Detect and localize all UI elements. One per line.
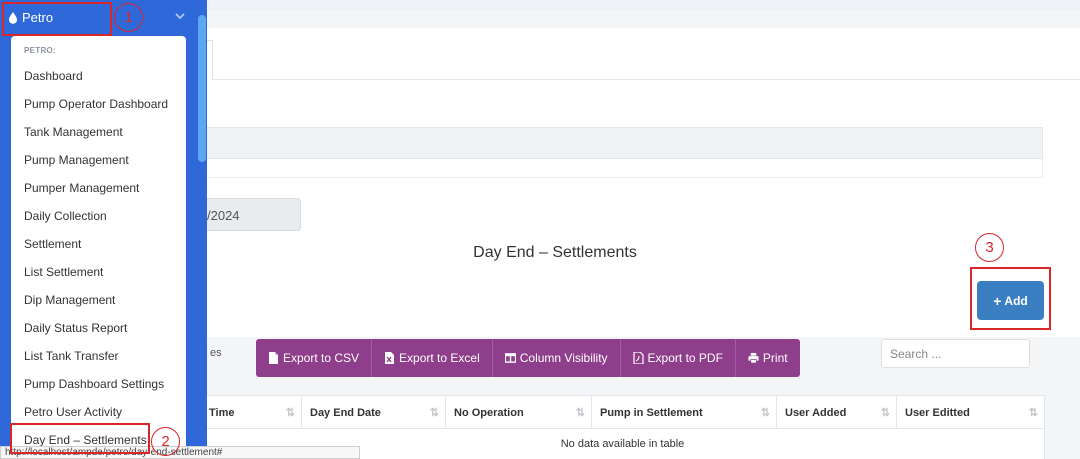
sort-icon: ⇅	[880, 407, 890, 419]
export-excel-label: Export to Excel	[399, 351, 480, 365]
sidebar-item-petro-user-activity[interactable]: Petro User Activity	[24, 405, 122, 419]
sidebar-item-list-tank-transfer[interactable]: List Tank Transfer	[24, 349, 119, 363]
column-header-pump-in-settlement[interactable]: Pump in Settlement ⇅	[592, 396, 777, 429]
annotation-box-1	[2, 2, 112, 36]
sort-icon: ⇅	[1028, 407, 1038, 419]
export-csv-button[interactable]: Export to CSV	[256, 339, 373, 377]
sidebar-item-dip-management[interactable]: Dip Management	[24, 293, 115, 307]
sidebar-item-pumper-management[interactable]: Pumper Management	[24, 181, 139, 195]
export-pdf-button[interactable]: Export to PDF	[620, 339, 736, 377]
column-header-label: Time	[209, 406, 235, 419]
column-header-label: Day End Date	[310, 406, 381, 419]
export-button-group: Export to CSV Export to Excel Column Vis…	[256, 339, 800, 377]
entries-label: es	[210, 347, 222, 359]
column-visibility-button[interactable]: Column Visibility	[492, 339, 621, 377]
sidebar-item-list-settlement[interactable]: List Settlement	[24, 265, 103, 279]
sidebar-item-dashboard[interactable]: Dashboard	[24, 69, 83, 83]
table-header-row: Time ⇅ Day End Date ⇅ No Operation ⇅ Pum…	[201, 396, 1044, 429]
date-field[interactable]: /2024	[200, 198, 301, 231]
column-header-label: User Editted	[905, 406, 970, 419]
column-visibility-label: Column Visibility	[519, 351, 608, 365]
annotation-number-1: 1	[114, 3, 143, 32]
page-title: Day End – Settlements	[473, 244, 637, 261]
sidebar-item-pump-dashboard-settings[interactable]: Pump Dashboard Settings	[24, 377, 164, 391]
sidebar-item-tank-management[interactable]: Tank Management	[24, 125, 123, 139]
excel-file-icon	[385, 352, 395, 364]
tab-bar	[200, 28, 1080, 80]
sort-icon: ⇅	[760, 407, 770, 419]
submenu-section-header: PETRO:	[24, 46, 57, 55]
column-header-day-end-date[interactable]: Day End Date ⇅	[302, 396, 446, 429]
sidebar-item-pump-operator-dashboard[interactable]: Pump Operator Dashboard	[24, 97, 168, 111]
sidebar-item-daily-status-report[interactable]: Daily Status Report	[24, 321, 127, 335]
sidebar-item-daily-collection[interactable]: Daily Collection	[24, 209, 107, 223]
columns-icon	[504, 353, 516, 363]
sort-icon: ⇅	[575, 407, 585, 419]
column-header-label: User Added	[785, 406, 847, 419]
export-pdf-label: Export to PDF	[647, 351, 723, 365]
top-strip	[200, 0, 1080, 10]
annotation-number-3: 3	[975, 233, 1004, 262]
column-header-time[interactable]: Time ⇅	[201, 396, 302, 429]
column-header-no-operation[interactable]: No Operation ⇅	[446, 396, 592, 429]
sort-icon: ⇅	[285, 407, 295, 419]
print-button[interactable]: Print	[735, 339, 800, 377]
sidebar-item-settlement[interactable]: Settlement	[24, 237, 81, 251]
petro-submenu: PETRO: Dashboard Pump Operator Dashboard…	[11, 36, 186, 459]
column-header-label: Pump in Settlement	[600, 406, 703, 419]
print-label: Print	[762, 351, 788, 365]
column-header-label: No Operation	[454, 406, 524, 419]
filter-bar	[200, 127, 1043, 159]
column-header-user-editted[interactable]: User Editted ⇅	[897, 396, 1044, 429]
pdf-file-icon	[632, 352, 644, 364]
export-excel-button[interactable]: Export to Excel	[372, 339, 493, 377]
search-input[interactable]	[881, 339, 1030, 368]
annotation-box-2	[10, 423, 150, 454]
sort-icon: ⇅	[429, 407, 439, 419]
sidebar-scrollbar[interactable]	[198, 15, 206, 162]
filter-area	[200, 159, 1043, 178]
annotation-box-3	[970, 267, 1051, 330]
chevron-down-icon[interactable]	[174, 10, 186, 22]
export-csv-label: Export to CSV	[283, 351, 360, 365]
panel-body	[200, 80, 1080, 337]
print-icon	[748, 352, 759, 364]
sidebar: Petro PETRO: Dashboard Pump Operator Das…	[0, 0, 207, 459]
annotation-number-2: 2	[151, 427, 180, 456]
file-icon	[269, 352, 278, 364]
column-header-user-added[interactable]: User Added ⇅	[777, 396, 897, 429]
sidebar-item-pump-management[interactable]: Pump Management	[24, 153, 129, 167]
